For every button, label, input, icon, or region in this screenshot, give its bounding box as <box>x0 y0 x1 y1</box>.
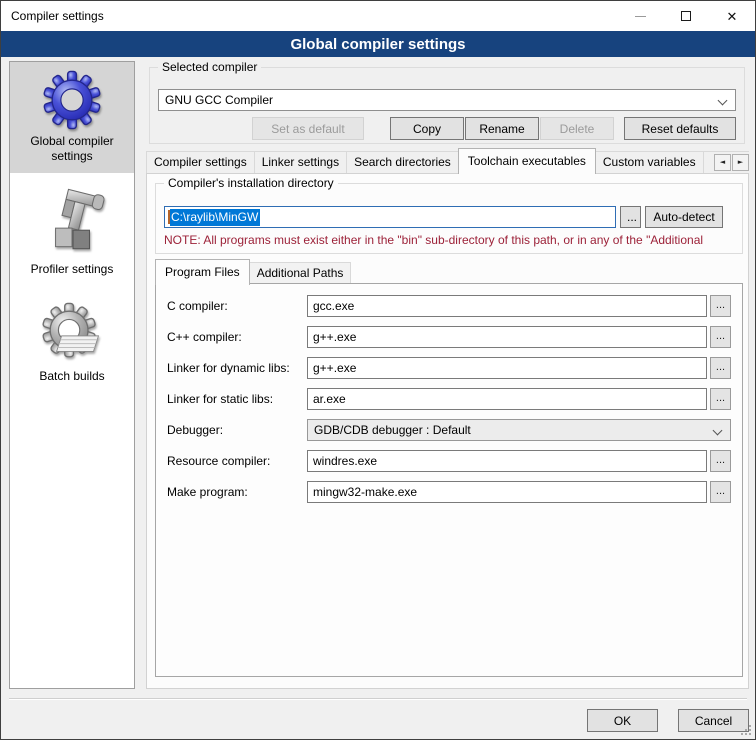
program-row-cpp-compiler: C++ compiler: ... <box>167 321 731 352</box>
cpp-compiler-browse-button[interactable]: ... <box>710 326 731 348</box>
sidebar-item-batch-builds[interactable]: Batch builds <box>10 293 134 393</box>
dialog-header: Global compiler settings <box>1 31 755 57</box>
delete-button[interactable]: Delete <box>540 117 614 140</box>
settings-sidebar: Global compiler settings Profiler se <box>9 61 135 689</box>
sidebar-item-label: Global compiler settings <box>12 134 132 164</box>
close-icon: ✕ <box>727 10 738 23</box>
program-row-make-program: Make program: ... <box>167 476 731 507</box>
caliper-icon <box>39 187 105 259</box>
tab-scroll-right-button[interactable]: ► <box>732 154 749 171</box>
program-row-resource-compiler: Resource compiler: ... <box>167 445 731 476</box>
copy-button[interactable]: Copy <box>390 117 464 140</box>
sidebar-item-label: Batch builds <box>12 369 132 384</box>
sidebar-item-label: Profiler settings <box>12 262 132 277</box>
selected-compiler-group-label: Selected compiler <box>158 60 261 75</box>
selected-compiler-group: Selected compiler GNU GCC Compiler Set a… <box>149 67 745 144</box>
linker-dynamic-label: Linker for dynamic libs: <box>167 361 307 375</box>
rename-button[interactable]: Rename <box>465 117 539 140</box>
program-row-c-compiler: C compiler: ... <box>167 290 731 321</box>
tab-custom-variables[interactable]: Custom variables <box>595 151 704 173</box>
installation-note: NOTE: All programs must exist either in … <box>164 233 741 247</box>
installation-dir-input[interactable]: C:\raylib\MinGW <box>164 206 616 228</box>
tab-scroll-left-icon: ◄ <box>720 159 725 166</box>
blue-gear-icon <box>41 69 103 131</box>
program-files-tab-strip: Program Files Additional Paths <box>155 259 350 284</box>
cancel-button[interactable]: Cancel <box>678 709 749 732</box>
dialog-header-title: Global compiler settings <box>290 36 465 53</box>
compiler-buttons-row: Set as default Copy Rename Delete Reset … <box>158 117 736 140</box>
sidebar-item-global-compiler-settings[interactable]: Global compiler settings <box>10 62 134 173</box>
make-program-label: Make program: <box>167 485 307 499</box>
toolchain-executables-page: Compiler's installation directory C:\ray… <box>146 173 749 689</box>
installation-dir-browse-button[interactable]: ... <box>620 206 641 228</box>
tab-compiler-settings[interactable]: Compiler settings <box>146 151 255 173</box>
close-button[interactable]: ✕ <box>709 1 755 31</box>
set-as-default-button[interactable]: Set as default <box>252 117 364 140</box>
titlebar: Compiler settings ✕ <box>1 1 755 31</box>
installation-dir-value: C:\raylib\MinGW <box>170 209 260 226</box>
maximize-icon <box>681 11 691 21</box>
window-title: Compiler settings <box>11 1 104 31</box>
program-row-linker-dynamic: Linker for dynamic libs: ... <box>167 352 731 383</box>
resize-grip[interactable] <box>741 725 751 735</box>
linker-dynamic-input[interactable] <box>307 357 707 379</box>
tab-toolchain-executables[interactable]: Toolchain executables <box>458 148 596 174</box>
program-files-page: C compiler: ... C++ compiler: ... Linker… <box>155 283 743 677</box>
resource-compiler-browse-button[interactable]: ... <box>710 450 731 472</box>
make-program-input[interactable] <box>307 481 707 503</box>
debugger-label: Debugger: <box>167 423 307 437</box>
maximize-button[interactable] <box>663 1 709 31</box>
main-tab-strip: Compiler settings Linker settings Search… <box>146 148 749 174</box>
resource-compiler-input[interactable] <box>307 450 707 472</box>
tab-scroll-left-button[interactable]: ◄ <box>714 154 731 171</box>
reset-defaults-button[interactable]: Reset defaults <box>624 117 736 140</box>
chevron-down-icon <box>713 425 723 435</box>
cpp-compiler-label: C++ compiler: <box>167 330 307 344</box>
linker-static-browse-button[interactable]: ... <box>710 388 731 410</box>
tab-search-directories[interactable]: Search directories <box>346 151 459 173</box>
resource-compiler-label: Resource compiler: <box>167 454 307 468</box>
c-compiler-browse-button[interactable]: ... <box>710 295 731 317</box>
c-compiler-input[interactable] <box>307 295 707 317</box>
tab-scroll-buttons: ◄ ► <box>710 154 749 171</box>
footer-separator <box>9 698 747 700</box>
tab-program-files[interactable]: Program Files <box>155 259 250 285</box>
debugger-select[interactable]: GDB/CDB debugger : Default <box>307 419 731 441</box>
chevron-down-icon <box>718 96 728 106</box>
make-program-browse-button[interactable]: ... <box>710 481 731 503</box>
tab-additional-paths[interactable]: Additional Paths <box>249 262 352 284</box>
gear-papers-icon <box>40 300 104 366</box>
auto-detect-button[interactable]: Auto-detect <box>645 206 723 228</box>
minimize-icon <box>635 16 646 17</box>
installation-directory-group: Compiler's installation directory C:\ray… <box>155 183 743 254</box>
ok-button[interactable]: OK <box>587 709 658 732</box>
linker-static-label: Linker for static libs: <box>167 392 307 406</box>
compiler-select[interactable]: GNU GCC Compiler <box>158 89 736 111</box>
debugger-select-value: GDB/CDB debugger : Default <box>314 423 471 437</box>
main-tabs: Compiler settings Linker settings Search… <box>146 148 749 173</box>
main-panel: Selected compiler GNU GCC Compiler Set a… <box>146 61 749 689</box>
compiler-select-value: GNU GCC Compiler <box>165 93 273 107</box>
cpp-compiler-input[interactable] <box>307 326 707 348</box>
tab-scroll-right-icon: ► <box>738 159 743 166</box>
installation-directory-group-label: Compiler's installation directory <box>164 176 338 191</box>
linker-dynamic-browse-button[interactable]: ... <box>710 357 731 379</box>
linker-static-input[interactable] <box>307 388 707 410</box>
program-row-linker-static: Linker for static libs: ... <box>167 383 731 414</box>
caption-buttons: ✕ <box>617 1 755 31</box>
tab-linker-settings[interactable]: Linker settings <box>254 151 347 173</box>
sidebar-item-profiler-settings[interactable]: Profiler settings <box>10 180 134 286</box>
c-compiler-label: C compiler: <box>167 299 307 313</box>
minimize-button[interactable] <box>617 1 663 31</box>
program-row-debugger: Debugger: GDB/CDB debugger : Default <box>167 414 731 445</box>
compiler-settings-window: Compiler settings ✕ Global compiler sett… <box>0 0 756 740</box>
